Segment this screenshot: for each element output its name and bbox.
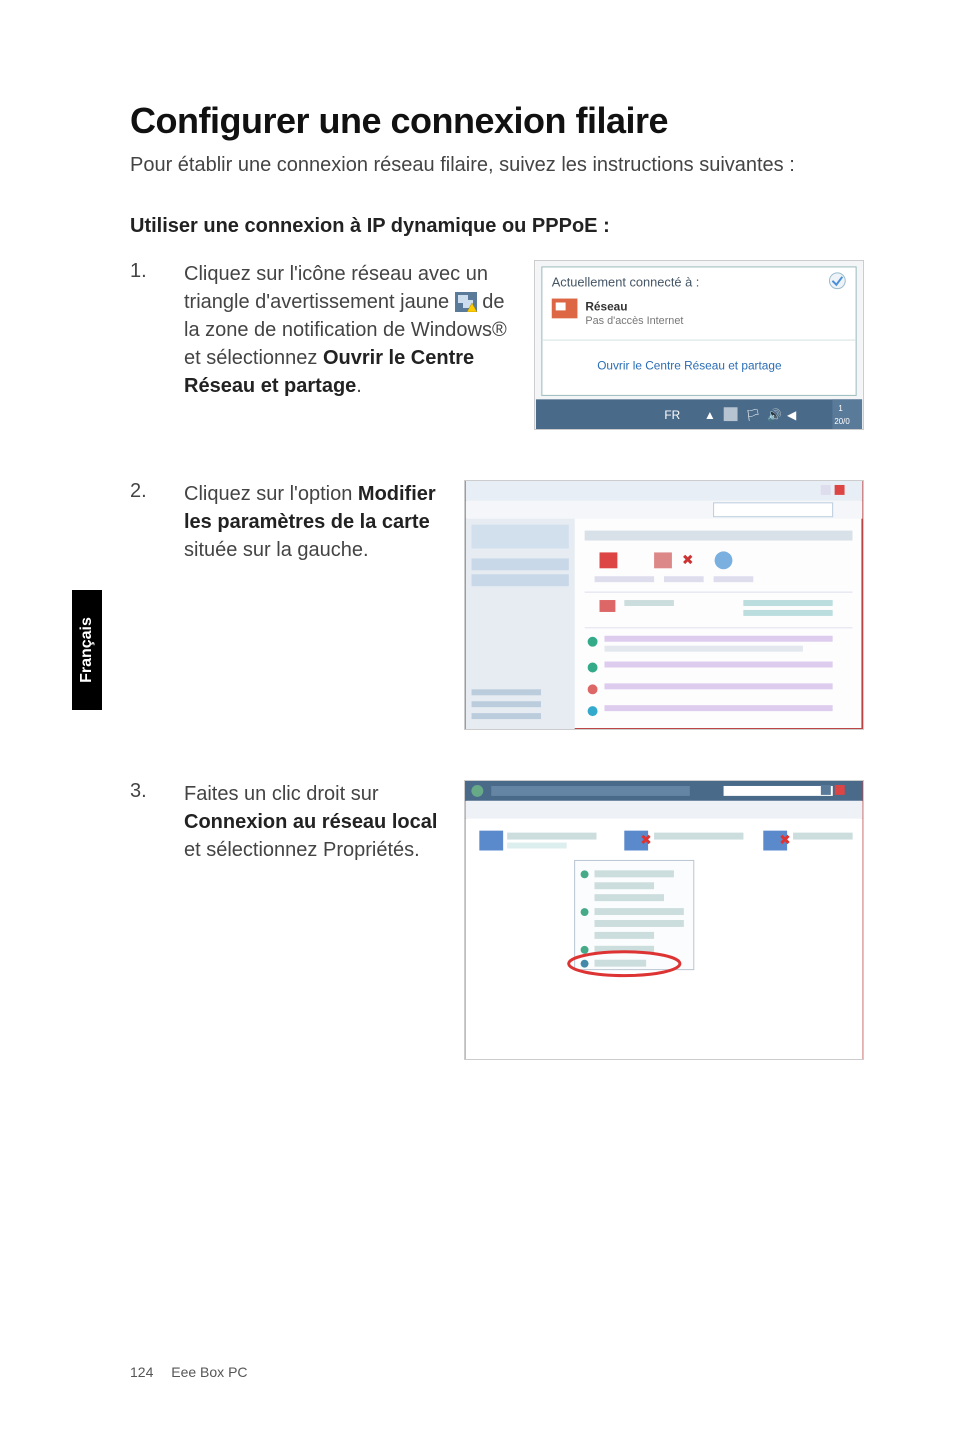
step-text: Cliquez sur l'option Modifier les paramè… — [184, 480, 440, 564]
step-number: 2. — [130, 480, 160, 503]
page-footer: 124 Eee Box PC — [130, 1364, 248, 1380]
svg-text:◀: ◀ — [787, 408, 797, 422]
svg-text:🔊: 🔊 — [767, 407, 782, 422]
subheading: Utiliser une connexion à IP dynamique ou… — [130, 215, 864, 238]
screenshot-connections: ✖ ✖ — [464, 780, 864, 1060]
text-part: et sélectionnez Propriétés. — [184, 839, 420, 861]
text-part: Faites un clic droit sur — [184, 783, 379, 805]
svg-text:1: 1 — [838, 404, 842, 413]
text-part: située sur la gauche. — [184, 539, 369, 561]
popup-line2: Réseau — [585, 299, 627, 313]
tray-lang: FR — [664, 408, 680, 422]
svg-text:▲: ▲ — [704, 408, 716, 422]
step-1: 1. Cliquez sur l'icône réseau avec un tr… — [130, 260, 864, 430]
text-part: Cliquez sur l'option — [184, 483, 358, 505]
screenshot-tray-popup: Actuellement connecté à : Réseau Pas d'a… — [534, 260, 864, 430]
popup-line3: Pas d'accès Internet — [585, 315, 683, 327]
screenshot-network-center: ✖ — [464, 480, 864, 730]
text-part: Cliquez sur l'icône réseau avec un trian… — [184, 263, 488, 313]
svg-text:20/0: 20/0 — [834, 417, 850, 426]
intro-text: Pour établir une connexion réseau filair… — [130, 152, 864, 179]
step-number: 1. — [130, 260, 160, 283]
language-tab: Français — [72, 590, 102, 710]
language-label: Français — [78, 617, 96, 683]
text-bold: Connexion au réseau local — [184, 811, 437, 833]
step-2: 2. Cliquez sur l'option Modifier les par… — [130, 480, 864, 730]
svg-text:✖: ✖ — [682, 551, 694, 567]
svg-text:🏳: 🏳 — [745, 408, 760, 422]
svg-text:✖: ✖ — [640, 832, 652, 848]
step-text: Cliquez sur l'icône réseau avec un trian… — [184, 260, 510, 400]
product-name: Eee Box PC — [171, 1364, 247, 1380]
step-text: Faites un clic droit sur Connexion au ré… — [184, 780, 440, 864]
step-3: 3. Faites un clic droit sur Connexion au… — [130, 780, 864, 1060]
network-warning-icon — [455, 292, 477, 312]
page-number: 124 — [130, 1364, 153, 1380]
popup-line1: Actuellement connecté à : — [552, 275, 700, 290]
text-tail: . — [356, 375, 362, 397]
step-number: 3. — [130, 780, 160, 803]
popup-link[interactable]: Ouvrir le Centre Réseau et partage — [597, 359, 782, 373]
page-title: Configurer une connexion filaire — [130, 100, 864, 142]
svg-text:✖: ✖ — [779, 832, 791, 848]
